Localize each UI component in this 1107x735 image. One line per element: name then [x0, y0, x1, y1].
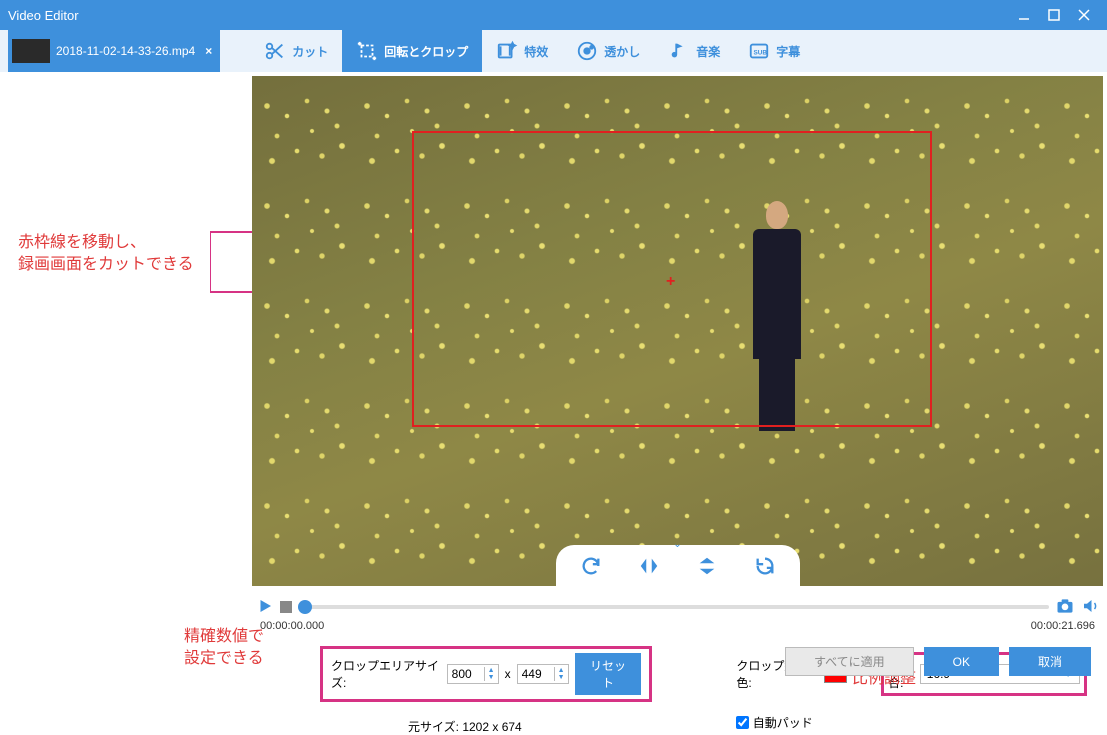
watermark-icon	[576, 40, 598, 62]
file-close-icon[interactable]: ×	[205, 44, 212, 58]
original-size: 元サイズ: 1202 x 674	[408, 718, 522, 735]
rotate-cw-button[interactable]	[580, 555, 602, 580]
reset-button[interactable]: リセット	[575, 653, 642, 695]
tab-effect-label: 特效	[524, 43, 548, 60]
scissors-icon	[264, 40, 286, 62]
collapse-toggle-icon[interactable]: ⌄	[673, 539, 681, 550]
tab-rotate-crop[interactable]: 回転とクロップ	[342, 30, 482, 72]
timeline-track[interactable]	[298, 605, 1049, 609]
svg-text:SUB: SUB	[754, 50, 768, 57]
preview-area: + ⌄ 00:00:00.000 00:00:21.696	[248, 72, 1107, 632]
annotation-exact-values: 精確数値で 設定できる	[184, 626, 264, 669]
height-down-icon[interactable]: ▼	[555, 674, 568, 681]
height-up-icon[interactable]: ▲	[555, 667, 568, 674]
maximize-button[interactable]	[1039, 0, 1069, 30]
footer-buttons: すべてに適用 OK 取消	[785, 647, 1091, 676]
tab-watermark-label: 透かし	[604, 43, 640, 60]
tab-subtitle-label: 字幕	[776, 43, 800, 60]
flip-vertical-button[interactable]	[696, 555, 718, 580]
auto-pad-checkbox[interactable]: 自動パッド	[736, 714, 813, 731]
cancel-button[interactable]: 取消	[1009, 647, 1091, 676]
file-name: 2018-11-02-14-33-26.mp4	[56, 44, 195, 58]
annotation-move-crop: 赤枠線を移動し、 録画画面をカットできる	[18, 232, 194, 277]
tab-watermark[interactable]: 透かし	[562, 30, 654, 72]
tab-effect[interactable]: 特效	[482, 30, 562, 72]
crop-height-field[interactable]	[518, 665, 554, 683]
file-tab[interactable]: 2018-11-02-14-33-26.mp4 ×	[8, 30, 220, 72]
titlebar: Video Editor	[0, 0, 1107, 30]
crop-icon	[356, 40, 378, 62]
reset-transform-button[interactable]	[754, 555, 776, 580]
transform-toolbar: ⌄	[556, 545, 800, 586]
time-current: 00:00:00.000	[260, 620, 340, 632]
width-up-icon[interactable]: ▲	[485, 667, 498, 674]
tab-music[interactable]: 音楽	[654, 30, 734, 72]
volume-button[interactable]	[1081, 597, 1099, 618]
crop-size-group: クロップエリアサイズ: ▲▼ x ▲▼ リセット	[320, 646, 652, 702]
minimize-button[interactable]	[1009, 0, 1039, 30]
timeline	[248, 590, 1107, 624]
play-button[interactable]	[256, 597, 274, 618]
sparkle-icon	[496, 40, 518, 62]
crop-width-field[interactable]	[448, 665, 484, 683]
tab-music-label: 音楽	[696, 43, 720, 60]
tab-subtitle[interactable]: SUB 字幕	[734, 30, 814, 72]
tab-rotate-crop-label: 回転とクロップ	[384, 43, 468, 60]
music-note-icon	[668, 40, 690, 62]
tab-cut[interactable]: カット	[250, 30, 342, 72]
ok-button[interactable]: OK	[924, 647, 999, 676]
apply-all-button[interactable]: すべてに適用	[785, 647, 914, 676]
stop-button[interactable]	[280, 601, 292, 613]
crop-center-marker: +	[666, 273, 675, 291]
video-preview[interactable]: + ⌄	[252, 76, 1103, 586]
crop-size-sep: x	[505, 667, 511, 681]
crop-height-input[interactable]: ▲▼	[517, 664, 569, 684]
close-button[interactable]	[1069, 0, 1099, 30]
snapshot-button[interactable]	[1055, 596, 1075, 619]
timeline-thumb[interactable]	[298, 600, 312, 614]
sidebar: 赤枠線を移動し、 録画画面をカットできる	[0, 72, 248, 632]
subtitle-icon: SUB	[748, 40, 770, 62]
flip-horizontal-button[interactable]	[638, 555, 660, 580]
tab-cut-label: カット	[292, 43, 328, 60]
auto-pad-input[interactable]	[736, 716, 749, 729]
time-total: 00:00:21.696	[1015, 620, 1095, 632]
app-title: Video Editor	[8, 8, 1009, 23]
toolbar: 2018-11-02-14-33-26.mp4 × カット 回転とクロップ 特效…	[0, 30, 1107, 72]
width-down-icon[interactable]: ▼	[485, 674, 498, 681]
auto-pad-label: 自動パッド	[753, 714, 813, 731]
file-thumbnail	[12, 39, 50, 63]
crop-width-input[interactable]: ▲▼	[447, 664, 499, 684]
